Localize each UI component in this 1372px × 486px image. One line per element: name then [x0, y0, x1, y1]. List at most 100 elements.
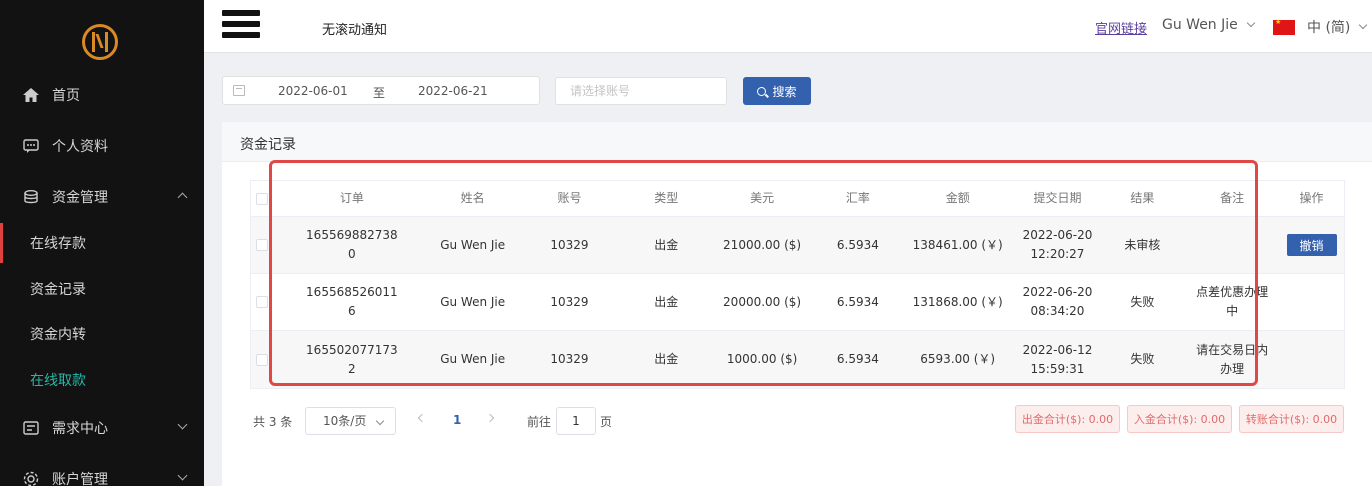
sidebar-item-request-center[interactable]: 需求中心	[0, 408, 204, 448]
chevron-down-icon	[1246, 18, 1256, 28]
chevron-up-icon	[177, 192, 188, 203]
sidebar-subitem-label: 资金内转	[30, 327, 86, 343]
user-menu[interactable]: Gu Wen Jie	[1162, 17, 1256, 33]
page-size-value: 10条/页	[323, 414, 367, 428]
official-site-link[interactable]: 官网链接	[1095, 18, 1147, 37]
sidebar-subitem-online-withdrawal[interactable]: 在线取款	[0, 360, 204, 400]
row-checkbox[interactable]	[251, 217, 273, 273]
remark-cell	[1185, 217, 1279, 273]
date-start[interactable]: 2022-06-01	[278, 84, 348, 98]
remark-cell: 请在交易日内办理	[1196, 342, 1269, 376]
amount-cell: 131868.00 (￥)	[912, 294, 1003, 309]
search-button[interactable]: 搜索	[743, 77, 811, 105]
column-header: 金额	[945, 191, 970, 205]
sidebar-subitem-internal-transfer[interactable]: 资金内转	[0, 314, 204, 354]
column-header: 订单	[339, 191, 364, 205]
account-cell: 10329	[550, 352, 589, 366]
language-selector[interactable]: 中 (简)	[1307, 17, 1368, 37]
column-header: 结果	[1130, 191, 1155, 205]
page-size-select[interactable]: 10条/页	[305, 407, 396, 435]
chevron-down-icon	[1359, 20, 1368, 30]
date-range-picker[interactable]: 2022-06-01 至 2022-06-21	[222, 76, 540, 105]
amount-cell: 138461.00 (￥)	[912, 237, 1003, 252]
brand-logo-icon[interactable]	[82, 24, 118, 60]
table-row: 1655020771732 Gu Wen Jie 10329 出金 1000.0…	[251, 331, 1344, 388]
table-row: 1655685260116 Gu Wen Jie 10329 出金 20000.…	[251, 274, 1344, 331]
chevron-down-icon	[177, 419, 188, 430]
order-cell: 1655698827380	[306, 228, 398, 261]
date-end[interactable]: 2022-06-21	[418, 84, 488, 98]
user-name: Gu Wen Jie	[1162, 17, 1238, 33]
home-icon	[22, 86, 40, 104]
column-header: 提交日期	[1033, 191, 1082, 205]
action-cell	[1279, 331, 1344, 388]
rate-cell: 6.5934	[836, 294, 879, 309]
account-icon	[22, 470, 40, 486]
card-title: 资金记录	[240, 137, 296, 153]
sidebar-item-label: 账户管理	[52, 472, 108, 486]
type-cell: 出金	[654, 352, 679, 366]
column-header: 操作	[1299, 191, 1324, 205]
card-header: 资金记录	[222, 122, 1372, 162]
request-icon	[22, 419, 40, 437]
usd-cell: 20000.00 ($)	[723, 294, 802, 309]
row-checkbox[interactable]	[251, 274, 273, 330]
date-separator: 至	[373, 86, 386, 100]
sidebar-subitem-online-deposit[interactable]: 在线存款	[0, 223, 204, 263]
notice-text: 无滚动通知	[322, 23, 388, 38]
column-header: 账号	[557, 191, 582, 205]
sidebar-item-label: 需求中心	[52, 421, 108, 437]
china-flag-icon	[1273, 18, 1295, 35]
date-cell: 2022-06-20 12:20:27	[1022, 228, 1093, 261]
table-row: 1655698827380 Gu Wen Jie 10329 出金 21000.…	[251, 217, 1344, 274]
account-cell: 10329	[550, 294, 589, 309]
type-cell: 出金	[654, 237, 679, 252]
account-select-input[interactable]	[555, 77, 727, 105]
calendar-icon	[233, 85, 245, 96]
deposit-total-badge: 入金合计($): 0.00	[1127, 405, 1232, 433]
page-unit-label: 页	[600, 415, 613, 429]
sidebar-subitem-label: 在线存款	[30, 236, 86, 252]
goto-label: 前往	[527, 415, 552, 429]
sidebar-item-funds[interactable]: 资金管理	[0, 177, 204, 217]
remark-cell: 点差优惠办理中	[1196, 285, 1269, 318]
sidebar-item-account-management[interactable]: 账户管理	[0, 459, 204, 486]
chevron-down-icon	[375, 416, 385, 426]
order-cell: 1655685260116	[306, 285, 398, 318]
language-label: 中 (简)	[1307, 20, 1351, 36]
action-cell	[1279, 274, 1344, 330]
goto-page-input[interactable]	[556, 407, 596, 435]
sidebar-item-profile[interactable]: 个人资料	[0, 126, 204, 166]
order-cell: 1655020771732	[306, 342, 398, 376]
column-header: 汇率	[845, 191, 870, 205]
sidebar-item-label: 首页	[52, 88, 80, 104]
funds-icon	[22, 188, 40, 206]
cancel-withdrawal-button[interactable]: 撤销	[1286, 234, 1337, 256]
rate-cell: 6.5934	[836, 237, 879, 252]
result-cell: 未审核	[1124, 237, 1161, 252]
name-cell: Gu Wen Jie	[440, 294, 506, 309]
profile-icon	[22, 137, 40, 155]
result-cell: 失败	[1130, 294, 1155, 309]
column-header: 美元	[750, 191, 775, 205]
rate-cell: 6.5934	[836, 352, 879, 366]
sidebar-subitem-fund-records[interactable]: 资金记录	[0, 269, 204, 309]
type-cell: 出金	[654, 294, 679, 309]
date-cell: 2022-06-20 08:34:20	[1022, 285, 1093, 318]
chevron-down-icon	[177, 470, 188, 481]
column-header: 类型	[654, 191, 679, 205]
row-checkbox[interactable]	[251, 331, 273, 388]
select-all-checkbox[interactable]	[251, 181, 273, 216]
top-header: 无滚动通知 官网链接 Gu Wen Jie 中 (简)	[204, 0, 1372, 53]
sidebar: 首页 个人资料 资金管理 在线存款 资金记录 资金内转 在线取款 需求中心 账户…	[0, 0, 204, 486]
search-icon	[757, 86, 767, 96]
records-table: 订单 姓名 账号 类型 美元 汇率 金额 提交日期 结果 备注 操作 16556…	[250, 180, 1345, 389]
sidebar-item-home[interactable]: 首页	[0, 75, 204, 115]
sidebar-subitem-label: 资金记录	[30, 282, 86, 298]
sidebar-item-label: 个人资料	[52, 139, 108, 155]
result-cell: 失败	[1130, 352, 1155, 366]
name-cell: Gu Wen Jie	[440, 237, 506, 252]
page-number[interactable]: 1	[453, 413, 461, 427]
menu-toggle-icon[interactable]	[222, 10, 260, 42]
table-header-row: 订单 姓名 账号 类型 美元 汇率 金额 提交日期 结果 备注 操作	[251, 181, 1344, 217]
